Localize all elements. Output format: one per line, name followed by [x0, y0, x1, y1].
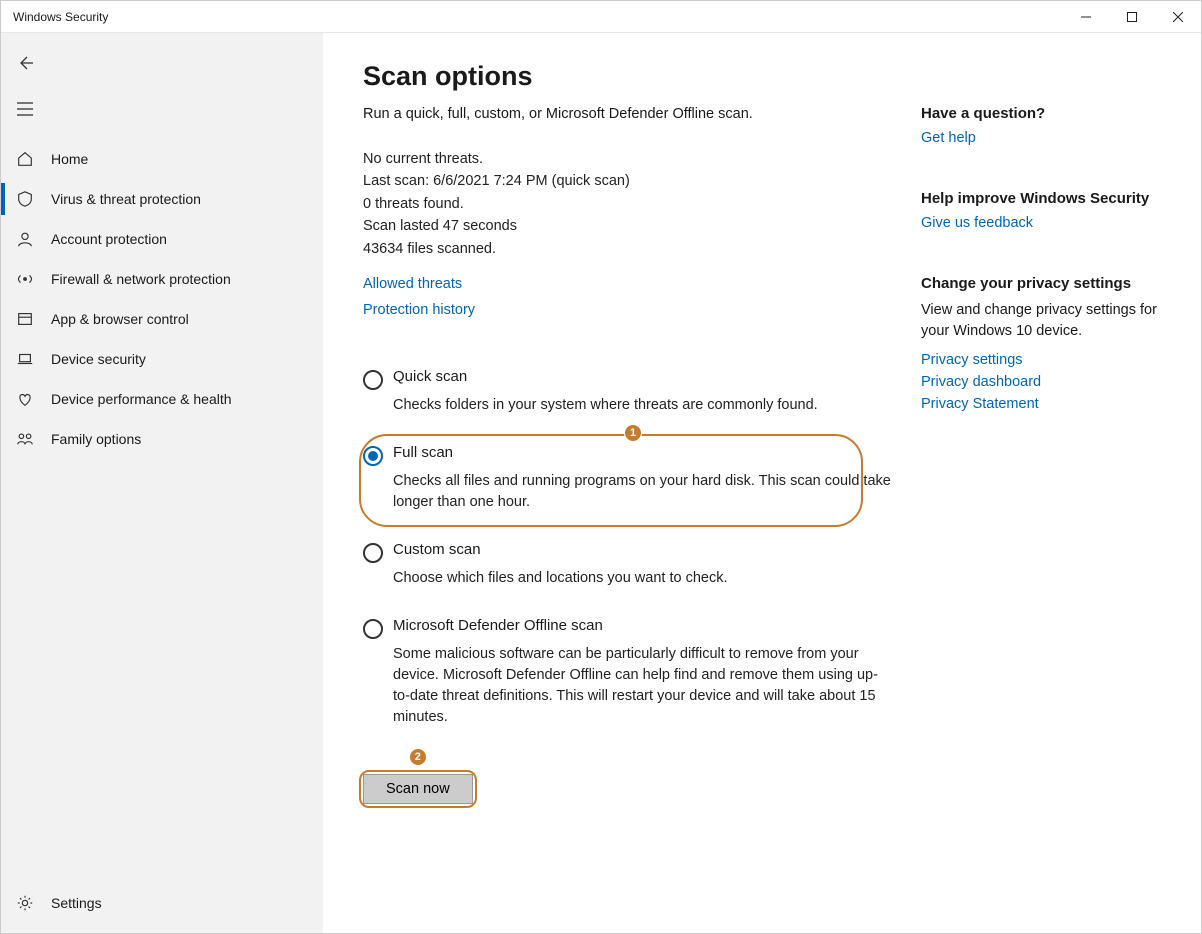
- radio-label: Microsoft Defender Offline scan: [393, 617, 903, 634]
- sidebar-item-label: Family options: [51, 431, 141, 447]
- annotation-badge-1: 1: [624, 424, 642, 442]
- aside-privacy-heading: Change your privacy settings: [921, 275, 1161, 292]
- family-icon: [15, 429, 35, 449]
- sidebar-item-device-security[interactable]: Device security: [1, 339, 323, 379]
- radio-button[interactable]: [363, 543, 383, 563]
- content: Scan options Run a quick, full, custom, …: [323, 33, 1201, 933]
- privacy-settings-link[interactable]: Privacy settings: [921, 352, 1161, 368]
- sidebar-item-label: Settings: [51, 895, 102, 911]
- home-icon: [15, 149, 35, 169]
- shield-icon: [15, 189, 35, 209]
- sidebar-item-virus-threat[interactable]: Virus & threat protection: [1, 179, 323, 219]
- radio-desc: Some malicious software can be particula…: [393, 644, 903, 728]
- sidebar-item-label: App & browser control: [51, 311, 189, 327]
- titlebar: Windows Security: [1, 1, 1201, 33]
- radio-custom-scan[interactable]: Custom scan Choose which files and locat…: [363, 541, 903, 589]
- sidebar-item-home[interactable]: Home: [1, 139, 323, 179]
- radio-quick-scan[interactable]: Quick scan Checks folders in your system…: [363, 368, 903, 416]
- back-button[interactable]: [5, 43, 45, 83]
- privacy-statement-link[interactable]: Privacy Statement: [921, 396, 1161, 412]
- sidebar-item-account[interactable]: Account protection: [1, 219, 323, 259]
- status-threats-found: 0 threats found.: [363, 193, 903, 215]
- aside-improve-heading: Help improve Windows Security: [921, 190, 1161, 207]
- gear-icon: [15, 893, 35, 913]
- laptop-icon: [15, 349, 35, 369]
- aside-privacy-text: View and change privacy settings for you…: [921, 300, 1161, 342]
- radio-button[interactable]: [363, 619, 383, 639]
- allowed-threats-link[interactable]: Allowed threats: [363, 276, 903, 292]
- get-help-link[interactable]: Get help: [921, 130, 1161, 146]
- annotation-badge-2: 2: [409, 748, 427, 766]
- status-last-scan: Last scan: 6/6/2021 7:24 PM (quick scan): [363, 170, 903, 192]
- sidebar-item-label: Device performance & health: [51, 391, 232, 407]
- feedback-link[interactable]: Give us feedback: [921, 215, 1161, 231]
- sidebar-item-label: Device security: [51, 351, 146, 367]
- radio-button[interactable]: [363, 446, 383, 466]
- privacy-dashboard-link[interactable]: Privacy dashboard: [921, 374, 1161, 390]
- status-no-threats: No current threats.: [363, 148, 903, 170]
- sidebar-item-label: Firewall & network protection: [51, 271, 231, 287]
- page-title: Scan options: [363, 61, 903, 92]
- radio-desc: Choose which files and locations you wan…: [393, 568, 903, 589]
- radio-button[interactable]: [363, 370, 383, 390]
- radio-label: Custom scan: [393, 541, 903, 558]
- sidebar-item-label: Account protection: [51, 231, 167, 247]
- sidebar-item-label: Virus & threat protection: [51, 191, 201, 207]
- sidebar-item-app-browser[interactable]: App & browser control: [1, 299, 323, 339]
- window-title: Windows Security: [13, 10, 108, 24]
- sidebar: Home Virus & threat protection Account p…: [1, 33, 323, 933]
- broadcast-icon: [15, 269, 35, 289]
- heart-icon: [15, 389, 35, 409]
- scan-now-button[interactable]: Scan now: [363, 774, 473, 804]
- status-duration: Scan lasted 47 seconds: [363, 215, 903, 237]
- sidebar-item-firewall[interactable]: Firewall & network protection: [1, 259, 323, 299]
- page-subtitle: Run a quick, full, custom, or Microsoft …: [363, 106, 903, 122]
- radio-desc: Checks all files and running programs on…: [393, 471, 903, 513]
- sidebar-item-settings[interactable]: Settings: [1, 883, 323, 923]
- sidebar-item-family[interactable]: Family options: [1, 419, 323, 459]
- person-icon: [15, 229, 35, 249]
- radio-desc: Checks folders in your system where thre…: [393, 395, 903, 416]
- aside: Have a question? Get help Help improve W…: [921, 61, 1161, 933]
- maximize-button[interactable]: [1109, 2, 1155, 32]
- app-icon: [15, 309, 35, 329]
- sidebar-item-device-performance[interactable]: Device performance & health: [1, 379, 323, 419]
- aside-question-heading: Have a question?: [921, 105, 1161, 122]
- status-files-scanned: 43634 files scanned.: [363, 238, 903, 260]
- radio-label: Quick scan: [393, 368, 903, 385]
- hamburger-button[interactable]: [5, 89, 45, 129]
- radio-label: Full scan: [393, 444, 903, 461]
- protection-history-link[interactable]: Protection history: [363, 302, 903, 318]
- close-button[interactable]: [1155, 2, 1201, 32]
- minimize-button[interactable]: [1063, 2, 1109, 32]
- radio-full-scan[interactable]: 1 Full scan Checks all files and running…: [363, 444, 903, 513]
- radio-offline-scan[interactable]: Microsoft Defender Offline scan Some mal…: [363, 617, 903, 728]
- sidebar-item-label: Home: [51, 151, 88, 167]
